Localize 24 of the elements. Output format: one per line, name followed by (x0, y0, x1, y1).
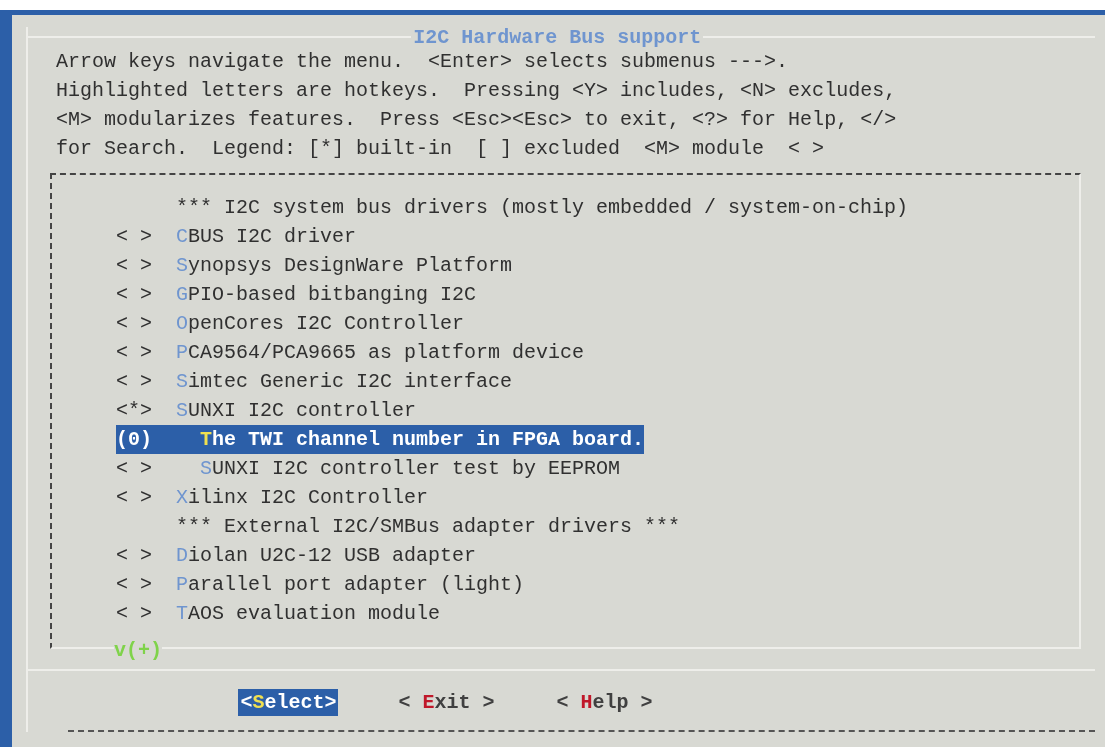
menu-item[interactable]: < > CBUS I2C driver (116, 222, 357, 251)
menu-comment: *** External I2C/SMBus adapter drivers *** (175, 514, 681, 540)
menu-item[interactable]: < > SUNXI I2C controller test by EEPROM (116, 454, 621, 483)
menu-item[interactable]: (0) The TWI channel number in FPGA board. (116, 425, 645, 454)
menu-item[interactable]: < > GPIO-based bitbanging I2C (116, 280, 477, 309)
scroll-indicator: v(+) (114, 641, 162, 661)
menu-item[interactable]: < > Parallel port adapter (light) (116, 570, 525, 599)
help-text-line: Highlighted letters are hotkeys. Pressing <Y> includes, <N> excludes, (56, 78, 898, 104)
menu-item[interactable]: < > OpenCores I2C Controller (116, 309, 465, 338)
menu-item[interactable]: <*> SUNXI I2C controller (116, 396, 417, 425)
help-text-line: <M> modularizes features. Press <Esc><Esc> to exit, <?> for Help, </> (56, 107, 898, 133)
dialog-button[interactable]: < Exit > (396, 689, 497, 716)
menu-item[interactable]: < > Synopsys DesignWare Platform (116, 251, 513, 280)
dialog-title: I2C Hardware Bus support (412, 25, 703, 49)
dialog-button[interactable]: <Select> (238, 689, 339, 716)
menu-item[interactable]: < > Diolan U2C-12 USB adapter (116, 541, 477, 570)
menu-comment: *** I2C system bus drivers (mostly embedded / system-on-chip) (175, 195, 909, 221)
help-text-line: Arrow keys navigate the menu. <Enter> selects submenus --->. (56, 49, 790, 75)
menu-item[interactable]: < > Simtec Generic I2C interface (116, 367, 513, 396)
dialog-button[interactable]: < Help > (554, 689, 655, 716)
menu-item[interactable]: < > TAOS evaluation module (116, 599, 441, 628)
menu-item[interactable]: < > Xilinx I2C Controller (116, 483, 429, 512)
menu-item[interactable]: < > PCA9564/PCA9665 as platform device (116, 338, 585, 367)
help-text-line: for Search. Legend: [*] built-in [ ] excluded <M> module < > (56, 136, 826, 162)
